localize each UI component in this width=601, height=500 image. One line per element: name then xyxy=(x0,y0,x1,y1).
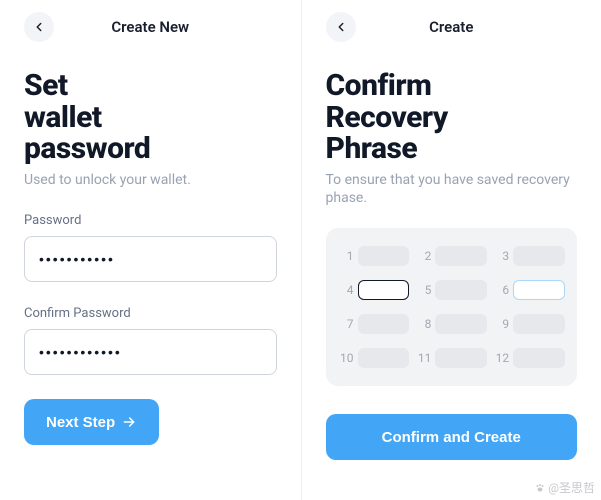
recovery-slot-number: 8 xyxy=(415,317,431,331)
recovery-slot-input[interactable] xyxy=(358,246,410,266)
header-title: Create xyxy=(326,18,578,36)
recovery-slot-number: 6 xyxy=(493,283,509,297)
recovery-slot-number: 9 xyxy=(493,317,509,331)
recovery-slot: 2 xyxy=(415,246,487,266)
next-step-label: Next Step xyxy=(46,414,115,431)
recovery-slot: 8 xyxy=(415,314,487,334)
recovery-slot-number: 7 xyxy=(338,317,354,331)
header: Create New xyxy=(24,8,277,46)
header: Create xyxy=(326,8,578,46)
subtitle: Used to unlock your wallet. xyxy=(24,171,277,190)
recovery-slot-input[interactable] xyxy=(513,314,565,334)
recovery-slot-number: 10 xyxy=(338,351,354,365)
recovery-slot-input[interactable] xyxy=(435,280,487,300)
recovery-slot: 4 xyxy=(338,280,410,300)
confirm-password-input[interactable] xyxy=(24,329,277,375)
arrow-right-icon xyxy=(121,414,137,430)
confirm-password-field-group: Confirm Password xyxy=(24,306,277,375)
watermark: @圣思哲 xyxy=(534,479,595,496)
recovery-slot-number: 2 xyxy=(415,249,431,263)
recovery-slot-input[interactable] xyxy=(358,280,410,300)
recovery-slot: 5 xyxy=(415,280,487,300)
recovery-slot-number: 1 xyxy=(338,249,354,263)
recovery-slot-input[interactable] xyxy=(435,246,487,266)
header-title: Create New xyxy=(24,18,277,36)
back-button[interactable] xyxy=(24,12,54,42)
confirm-create-label: Confirm and Create xyxy=(382,429,521,446)
paw-icon xyxy=(534,482,546,494)
next-step-button[interactable]: Next Step xyxy=(24,399,159,445)
recovery-slot: 9 xyxy=(493,314,565,334)
password-field-group: Password xyxy=(24,213,277,282)
page-title: Set wallet password xyxy=(24,70,277,165)
recovery-phrase-card: 123456789101112 xyxy=(326,228,578,386)
recovery-grid: 123456789101112 xyxy=(338,246,566,368)
arrow-left-icon xyxy=(32,20,46,34)
recovery-slot-number: 12 xyxy=(493,351,509,365)
recovery-slot: 6 xyxy=(493,280,565,300)
screen-confirm-recovery: Create Confirm Recovery Phrase To ensure… xyxy=(301,0,601,500)
screen-set-password: Create New Set wallet password Used to u… xyxy=(0,0,301,500)
recovery-slot: 12 xyxy=(493,348,565,368)
recovery-slot-number: 11 xyxy=(415,351,431,365)
back-button[interactable] xyxy=(326,12,356,42)
recovery-slot-input[interactable] xyxy=(435,314,487,334)
recovery-slot-input[interactable] xyxy=(435,348,487,368)
recovery-slot-number: 5 xyxy=(415,283,431,297)
confirm-create-button[interactable]: Confirm and Create xyxy=(326,414,578,460)
recovery-slot: 7 xyxy=(338,314,410,334)
recovery-slot: 3 xyxy=(493,246,565,266)
recovery-slot-input[interactable] xyxy=(358,314,410,334)
subtitle: To ensure that you have saved recovery p… xyxy=(326,171,578,209)
recovery-slot-input[interactable] xyxy=(513,246,565,266)
recovery-slot-input[interactable] xyxy=(358,348,410,368)
recovery-slot-input[interactable] xyxy=(513,280,565,300)
recovery-slot-number: 4 xyxy=(338,283,354,297)
recovery-slot: 11 xyxy=(415,348,487,368)
recovery-slot: 1 xyxy=(338,246,410,266)
password-input[interactable] xyxy=(24,236,277,282)
arrow-left-icon xyxy=(334,20,348,34)
password-label: Password xyxy=(24,213,277,228)
confirm-password-label: Confirm Password xyxy=(24,306,277,321)
recovery-slot-input[interactable] xyxy=(513,348,565,368)
recovery-slot: 10 xyxy=(338,348,410,368)
page-title: Confirm Recovery Phrase xyxy=(326,70,578,165)
recovery-slot-number: 3 xyxy=(493,249,509,263)
